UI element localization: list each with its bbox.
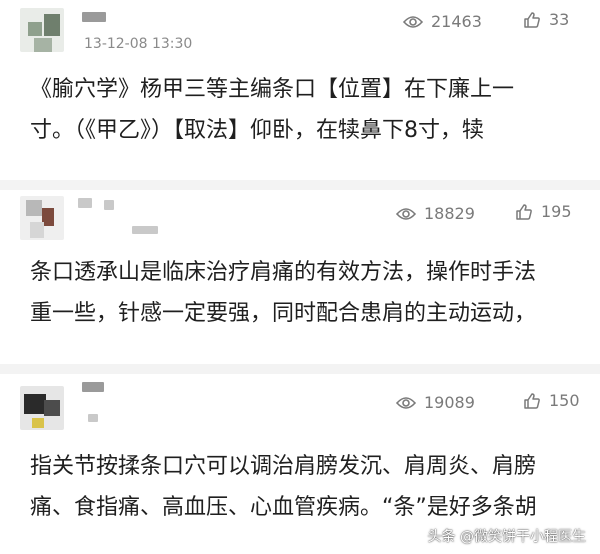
meta-blurred <box>88 414 98 422</box>
view-count: 19089 <box>396 393 475 412</box>
comment-timestamp: 13-12-08 13:30 <box>84 36 193 52</box>
username-blurred[interactable] <box>78 198 92 208</box>
comment-card-2: 18829 195 条口透承山是临床治疗肩痛的有效方法，操作时手法 重一些，针感… <box>0 190 600 364</box>
view-count-value: 21463 <box>431 12 482 31</box>
thumbs-up-icon <box>523 11 541 29</box>
comment-line: 痛、食指痛、高血压、心血管疾病。“条”是好多条胡 <box>30 495 537 520</box>
view-count: 21463 <box>403 12 482 31</box>
eye-icon <box>396 207 416 221</box>
comment-line: 重一些，针感一定要强，同时配合患肩的主动运动， <box>30 301 537 326</box>
divider <box>0 180 600 190</box>
like-count-value: 150 <box>549 391 580 410</box>
view-count-value: 19089 <box>424 393 475 412</box>
comment-line: 《腧穴学》杨甲三等主编条口【位置】在下廉上一 <box>30 77 515 102</box>
like-button[interactable]: 150 <box>523 391 580 410</box>
comment-text: 《腧穴学》杨甲三等主编条口【位置】在下廉上一 寸。（《甲乙》）【取法】仰卧，在犊… <box>30 69 575 151</box>
comment-line: 条口透承山是临床治疗肩痛的有效方法，操作时手法 <box>30 260 537 285</box>
like-button[interactable]: 33 <box>523 10 569 29</box>
comment-text: 指关节按揉条口穴可以调治肩膀发沉、肩周炎、肩膀 痛、食指痛、高血压、心血管疾病。… <box>30 446 575 528</box>
avatar[interactable] <box>20 386 64 430</box>
username-blurred[interactable] <box>82 382 104 392</box>
like-button[interactable]: 195 <box>515 202 572 221</box>
comment-card-1: 13-12-08 13:30 21463 33 《腧穴学》杨甲三等主编条口【位置… <box>0 0 600 180</box>
comment-line: 指关节按揉条口穴可以调治肩膀发沉、肩周炎、肩膀 <box>30 454 537 479</box>
meta-blurred <box>132 226 158 234</box>
avatar[interactable] <box>20 8 64 52</box>
thumbs-up-icon <box>515 203 533 221</box>
eye-icon <box>403 15 423 29</box>
avatar[interactable] <box>20 196 64 240</box>
view-count-value: 18829 <box>424 204 475 223</box>
divider <box>0 364 600 374</box>
like-count-value: 33 <box>549 10 570 29</box>
comment-line: 寸。（《甲乙》）【取法】仰卧，在犊鼻下8寸，犊 <box>30 118 484 143</box>
username-blurred[interactable] <box>82 12 106 22</box>
comment-text: 条口透承山是临床治疗肩痛的有效方法，操作时手法 重一些，针感一定要强，同时配合患… <box>30 252 575 334</box>
like-count-value: 195 <box>541 202 572 221</box>
watermark: 头条 @微笑饼干小程医生 <box>427 529 586 545</box>
username-blurred <box>104 200 114 210</box>
eye-icon <box>396 396 416 410</box>
thumbs-up-icon <box>523 392 541 410</box>
view-count: 18829 <box>396 204 475 223</box>
